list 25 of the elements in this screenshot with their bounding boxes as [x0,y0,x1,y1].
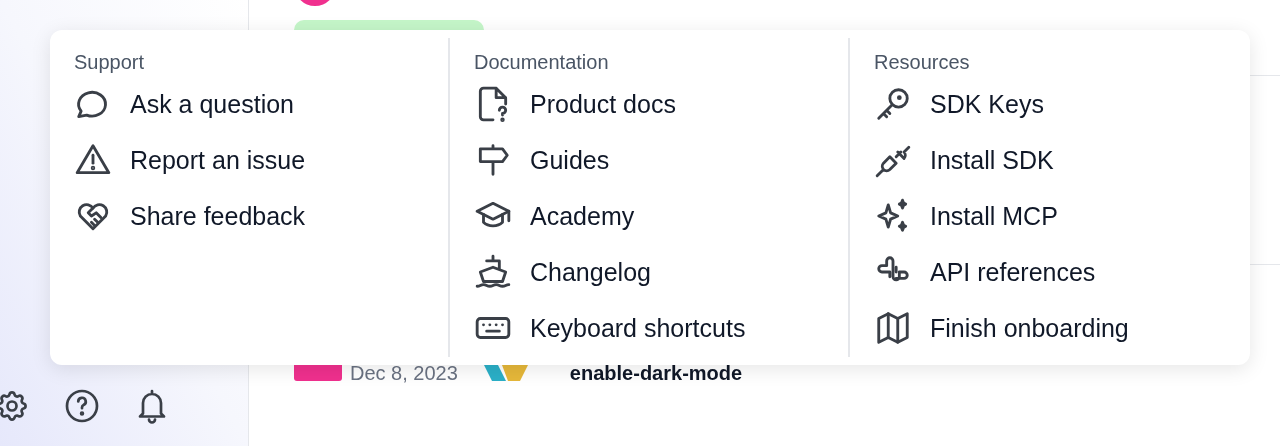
section-heading: Support [74,50,145,74]
map-icon [874,309,912,347]
menu-item[interactable]: Guides [474,139,610,181]
menu-item[interactable]: Ask a question [74,83,294,125]
menu-item[interactable]: Product docs [474,83,676,125]
tag [294,365,342,381]
menu-item[interactable]: Changelog [474,251,651,293]
help-icon[interactable] [64,388,100,424]
settings-icon[interactable] [0,388,30,424]
date-text: Dec 8, 2023 [350,362,458,384]
menu-item[interactable]: Install MCP [874,195,1058,237]
section-heading: Resources [874,50,970,74]
logo-icon [483,365,528,381]
ship-icon [474,253,512,291]
menu-item[interactable]: Academy [474,195,635,237]
menu-item[interactable]: Share feedback [74,195,306,237]
section-heading: Documentation [474,50,609,74]
menu-item[interactable]: Install SDK [874,139,1054,181]
menu-item[interactable]: API references [874,251,1096,293]
menu-item[interactable]: Report an issue [74,139,306,181]
flag-name: enable-dark-mode [569,362,743,384]
key-icon [874,85,912,123]
menu-item[interactable]: Finish onboarding [874,307,1129,349]
menu-item[interactable]: Keyboard shortcuts [474,307,746,349]
menu-item[interactable]: SDK Keys [874,83,1044,125]
